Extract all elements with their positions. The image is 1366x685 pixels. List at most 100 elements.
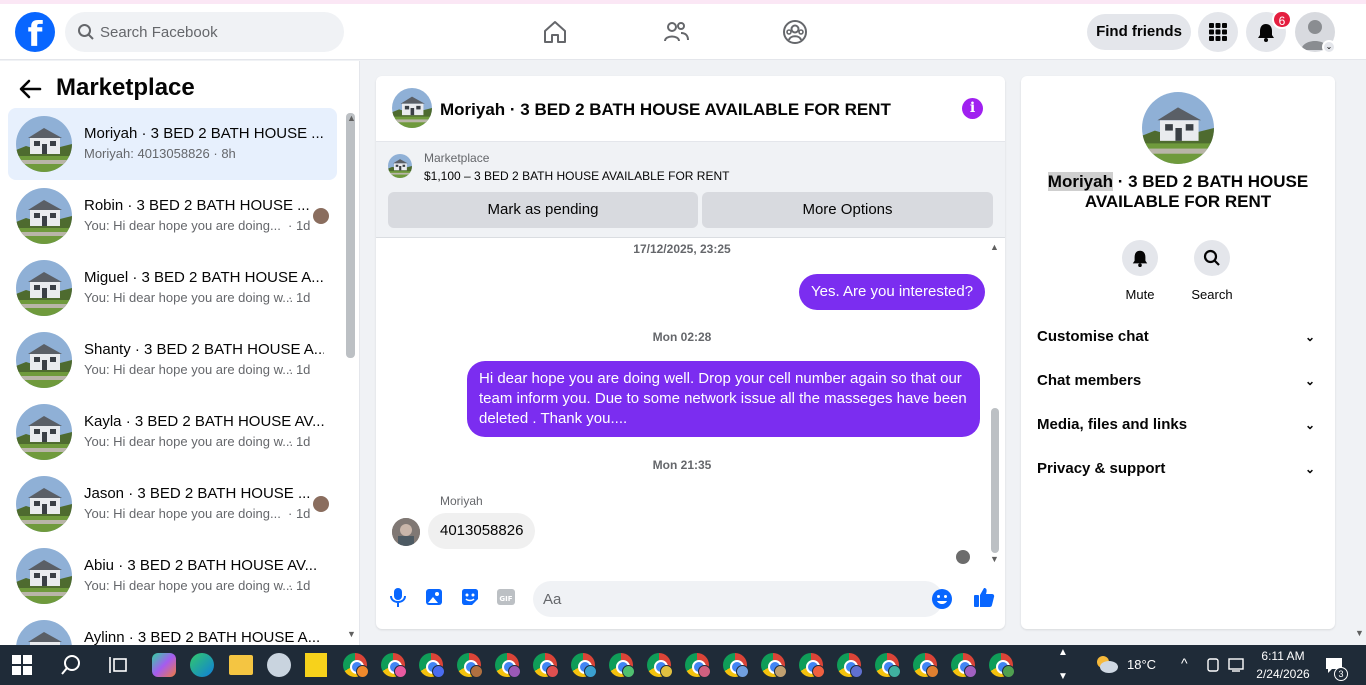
microphone-icon[interactable] <box>387 586 409 608</box>
home-icon[interactable] <box>541 18 569 46</box>
conversation-item[interactable]: Moriyah · 3 BED 2 BATH HOUSE ... Moriyah:… <box>8 108 337 180</box>
chrome-profile-icon[interactable] <box>799 653 825 678</box>
customise-chat-row[interactable]: Customise chat ⌄ <box>1037 325 1319 349</box>
info-icon[interactable]: i <box>962 98 983 119</box>
conversation-item[interactable]: Robin · 3 BED 2 BATH HOUSE ... You: Hi de… <box>8 180 337 252</box>
chrome-profile-icon[interactable] <box>457 653 483 678</box>
listing-thumbnail <box>16 404 72 460</box>
message-thread: 17/12/2025, 23:25 Yes. Are you intereste… <box>376 238 1005 566</box>
chrome-profile-icon[interactable] <box>761 653 787 678</box>
conversation-time: · 1d <box>288 362 311 377</box>
scroll-up-arrow[interactable]: ▲ <box>347 113 356 123</box>
chrome-profile-icon[interactable] <box>343 653 369 678</box>
search-icon[interactable] <box>60 654 82 676</box>
thumbs-up-icon[interactable] <box>972 585 996 609</box>
mark-as-pending-button[interactable]: Mark as pending <box>388 192 698 228</box>
chevron-up-icon[interactable]: ▲ <box>1058 647 1068 658</box>
scroll-down-arrow[interactable]: ▼ <box>990 554 999 564</box>
page-title: Marketplace <box>56 74 195 101</box>
chrome-profile-icon[interactable] <box>837 653 863 678</box>
sticker-icon[interactable] <box>459 586 481 608</box>
listing-summary[interactable]: $1,100 – 3 BED 2 BATH HOUSE AVAILABLE FO… <box>424 169 729 183</box>
chrome-profile-icon[interactable] <box>951 653 977 678</box>
chat-title[interactable]: Moriyah · 3 BED 2 BATH HOUSE AVAILABLE F… <box>440 100 891 120</box>
chrome-profile-icon[interactable] <box>381 653 407 678</box>
page-scrollbar[interactable]: ▼ <box>1352 62 1366 645</box>
scrollbar-thumb[interactable] <box>346 113 355 358</box>
listing-thumbnail[interactable] <box>392 88 432 128</box>
conversation-preview: Moriyah: 4013058826 · 8h <box>84 146 236 161</box>
message-input[interactable] <box>543 581 893 617</box>
windows-start-icon[interactable] <box>12 655 32 675</box>
message-input-box[interactable] <box>533 581 952 617</box>
scrollbar-thumb[interactable] <box>991 408 999 553</box>
chevron-up-icon[interactable]: ^ <box>1181 655 1188 671</box>
chrome-profile-icon[interactable] <box>419 653 445 678</box>
incoming-message[interactable]: 4013058826 <box>428 513 536 549</box>
scroll-up-arrow[interactable]: ▲ <box>990 242 999 252</box>
conversation-item[interactable]: Abiu · 3 BED 2 BATH HOUSE AV... You: Hi d… <box>8 540 337 612</box>
facebook-logo[interactable]: f <box>15 12 55 52</box>
edge-icon[interactable] <box>190 653 214 677</box>
search-input[interactable] <box>100 12 330 52</box>
photo-icon[interactable] <box>423 586 445 608</box>
scroll-down-arrow[interactable]: ▼ <box>347 629 356 639</box>
temperature[interactable]: 18°C <box>1127 657 1156 672</box>
copilot-icon[interactable] <box>152 653 176 677</box>
chrome-profile-icon[interactable] <box>685 653 711 678</box>
friends-icon[interactable] <box>662 18 690 46</box>
sticky-notes-icon[interactable] <box>305 653 327 677</box>
conversation-item[interactable]: Jason · 3 BED 2 BATH HOUSE ... You: Hi de… <box>8 468 337 540</box>
outgoing-message[interactable]: Yes. Are you interested? <box>799 274 986 310</box>
chevron-down-icon[interactable]: ▼ <box>1058 671 1068 682</box>
conversation-name: Shanty · 3 BED 2 BATH HOUSE A... <box>84 341 324 358</box>
groups-icon[interactable] <box>781 18 809 46</box>
listing-thumbnail-small[interactable] <box>388 154 412 178</box>
weather-icon[interactable] <box>1094 653 1120 675</box>
message-timestamp: Mon 21:35 <box>652 458 712 472</box>
clock-time[interactable]: 6:11 AM <box>1258 649 1308 663</box>
menu-button[interactable] <box>1198 12 1238 52</box>
network-icon[interactable] <box>1228 657 1246 673</box>
task-view-icon[interactable] <box>108 655 130 675</box>
privacy-support-row[interactable]: Privacy & support ⌄ <box>1037 457 1319 481</box>
scroll-down-arrow[interactable]: ▼ <box>1355 628 1364 638</box>
chat-members-row[interactable]: Chat members ⌄ <box>1037 369 1319 393</box>
find-friends-button[interactable]: Find friends <box>1087 14 1191 50</box>
profile-badge-icon <box>926 665 939 678</box>
more-options-button[interactable]: More Options <box>702 192 993 228</box>
clock-date[interactable]: 2/24/2026 <box>1250 667 1316 681</box>
conversation-item[interactable]: Aylinn · 3 BED 2 BATH HOUSE A... <box>8 612 337 645</box>
chrome-profile-icon[interactable] <box>875 653 901 678</box>
paint-icon[interactable] <box>267 653 291 677</box>
search-conversation-button[interactable]: Search <box>1182 240 1242 302</box>
search-box[interactable] <box>65 12 344 52</box>
file-explorer-icon[interactable] <box>229 655 253 675</box>
chrome-profile-icon[interactable] <box>609 653 635 678</box>
conversation-item[interactable]: Miguel · 3 BED 2 BATH HOUSE A... You: Hi … <box>8 252 337 324</box>
profile-badge-icon <box>888 665 901 678</box>
conversation-item[interactable]: Kayla · 3 BED 2 BATH HOUSE AV... You: Hi … <box>8 396 337 468</box>
outgoing-message[interactable]: Hi dear hope you are doing well. Drop yo… <box>467 361 980 437</box>
notification-count-badge: 3 <box>1334 667 1348 681</box>
chrome-profile-icon[interactable] <box>533 653 559 678</box>
back-arrow-icon[interactable] <box>18 78 42 100</box>
conversation-item[interactable]: Shanty · 3 BED 2 BATH HOUSE A... You: Hi … <box>8 324 337 396</box>
chevron-down-icon[interactable]: ⌄ <box>1322 40 1336 54</box>
device-icon[interactable] <box>1205 657 1221 673</box>
chrome-profile-icon[interactable] <box>571 653 597 678</box>
emoji-icon[interactable] <box>931 588 953 610</box>
gif-icon[interactable]: GIF <box>495 586 517 608</box>
chrome-profile-icon[interactable] <box>647 653 673 678</box>
chrome-profile-icon[interactable] <box>495 653 521 678</box>
sender-avatar[interactable] <box>392 518 420 546</box>
profile-badge-icon <box>850 665 863 678</box>
mute-button[interactable]: Mute <box>1110 240 1170 302</box>
menu-label: Privacy & support <box>1037 460 1166 477</box>
profile-badge-icon <box>1002 665 1015 678</box>
media-files-links-row[interactable]: Media, files and links ⌄ <box>1037 413 1319 437</box>
chrome-profile-icon[interactable] <box>989 653 1015 678</box>
listing-photo[interactable] <box>1142 92 1214 164</box>
chrome-profile-icon[interactable] <box>913 653 939 678</box>
chrome-profile-icon[interactable] <box>723 653 749 678</box>
